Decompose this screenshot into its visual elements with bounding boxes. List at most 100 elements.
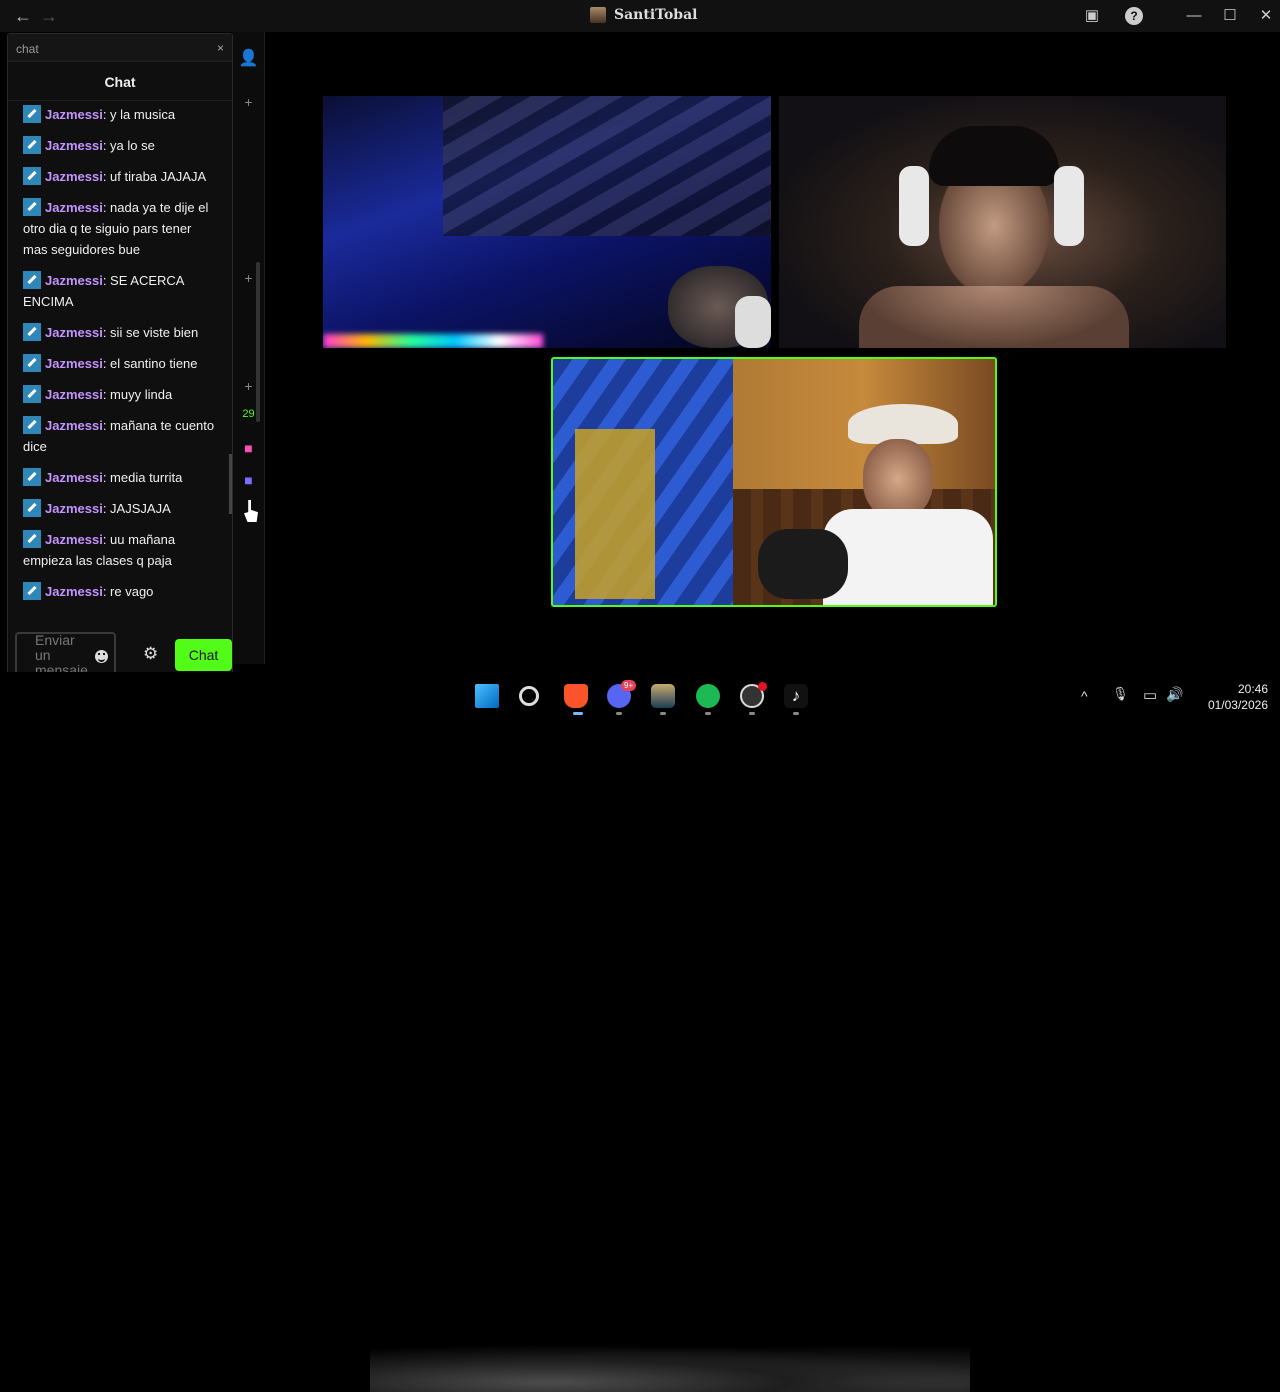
sub-badge-icon <box>23 530 41 548</box>
sub-badge-icon <box>23 323 41 341</box>
video-tile-guest-2[interactable] <box>779 96 1226 348</box>
rail-plus-icon[interactable]: + <box>232 270 265 286</box>
led-lights <box>323 334 543 348</box>
chat-message: Jazmessi: ya lo se <box>8 135 232 156</box>
chat-username[interactable]: Jazmessi <box>45 200 103 215</box>
windows-start-icon[interactable] <box>475 684 499 708</box>
chat-message: Jazmessi: sii se viste bien <box>8 322 232 343</box>
tray-chevron-icon[interactable]: ^ <box>1081 688 1088 704</box>
flag-stripe <box>575 429 655 599</box>
guest-2-hair <box>929 126 1059 186</box>
app-indicator <box>705 712 711 715</box>
rail-plus-icon[interactable]: + <box>232 378 265 394</box>
chat-message: Jazmessi: muyy linda <box>8 384 232 405</box>
chat-username[interactable]: Jazmessi <box>45 532 103 547</box>
volume-icon[interactable]: 🔊 <box>1166 686 1183 703</box>
chat-username[interactable]: Jazmessi <box>45 501 103 516</box>
chat-username[interactable]: Jazmessi <box>45 169 103 184</box>
chat-text: : muyy linda <box>102 387 173 402</box>
discord-notification-badge: 9+ <box>621 680 637 691</box>
car-icon[interactable]: ■ <box>232 440 265 456</box>
sub-badge-icon <box>23 416 41 434</box>
network-icon[interactable]: ▭ <box>1143 686 1157 704</box>
chat-username[interactable]: Jazmessi <box>45 387 103 402</box>
streamer-avatar <box>590 7 606 23</box>
forward-icon[interactable]: → <box>40 6 58 27</box>
microphone-icon <box>758 529 848 599</box>
sub-badge-icon <box>23 271 41 289</box>
popup-close-icon[interactable]: × <box>217 41 224 55</box>
sub-badge-icon <box>23 582 41 600</box>
inbox-icon[interactable]: ▣ <box>1080 4 1104 28</box>
chat-username[interactable]: Jazmessi <box>45 356 103 371</box>
app-indicator <box>749 712 755 715</box>
chat-username[interactable]: Jazmessi <box>45 418 103 433</box>
sub-badge-icon <box>23 468 41 486</box>
ceiling-beams <box>443 96 771 236</box>
send-chat-button[interactable]: Chat <box>175 639 232 671</box>
brave-browser-icon[interactable] <box>564 684 588 708</box>
chat-message: Jazmessi: JAJSJAJA <box>8 498 232 519</box>
wallpaper-fur <box>370 1344 970 1392</box>
sub-badge-icon <box>23 354 41 372</box>
maximize-icon[interactable]: ☐ <box>1218 4 1242 28</box>
taskbar <box>0 672 1280 1392</box>
tiktok-icon[interactable]: ♪ <box>784 684 808 708</box>
chat-username[interactable]: Jazmessi <box>45 138 103 153</box>
title-bar: ← → SantiTobal ▣ ? — ☐ ✕ <box>0 0 1280 32</box>
chat-username[interactable]: Jazmessi <box>45 470 103 485</box>
sub-badge-icon <box>23 499 41 517</box>
minimize-icon[interactable]: — <box>1182 4 1206 28</box>
host-face <box>863 439 933 519</box>
headphones-icon <box>735 296 771 348</box>
host-shirt <box>823 509 993 605</box>
chat-message: Jazmessi: y la musica <box>8 104 232 125</box>
rail-plus-icon[interactable]: + <box>232 94 265 110</box>
active-app-indicator <box>573 712 583 715</box>
chat-text: : JAJSJAJA <box>102 501 171 516</box>
headphones-icon <box>1054 166 1084 246</box>
side-rail: 👤 + + + 29 ■ ■ <box>232 32 265 664</box>
search-icon[interactable] <box>519 686 539 706</box>
microphone-icon[interactable]: 🎙 <box>1112 686 1129 702</box>
chat-messages: Jazmessi: y la musica Jazmessi: ya lo se… <box>8 104 232 624</box>
video-tile-host[interactable] <box>551 357 997 607</box>
rail-scrollbar[interactable] <box>256 262 260 422</box>
chat-scrollbar[interactable] <box>229 454 232 514</box>
chat-text: : y la musica <box>102 107 176 122</box>
chat-text: : uf tiraba JAJAJA <box>102 169 207 184</box>
popup-header-label: chat <box>16 42 39 56</box>
sub-badge-icon <box>23 105 41 123</box>
chat-settings-icon[interactable]: ⚙ <box>143 644 158 664</box>
chat-input-placeholder: Enviar un mensaje <box>35 631 88 678</box>
taskbar-clock[interactable]: 20:46 01/03/2026 <box>1196 681 1268 713</box>
emoji-icon[interactable] <box>95 650 108 663</box>
add-friend-icon[interactable]: 👤 <box>232 48 265 68</box>
bus-icon[interactable]: ■ <box>232 472 265 488</box>
close-icon[interactable]: ✕ <box>1254 4 1278 28</box>
league-of-legends-icon[interactable] <box>651 684 675 708</box>
chat-username[interactable]: Jazmessi <box>45 584 103 599</box>
chat-username[interactable]: Jazmessi <box>45 107 103 122</box>
guest-2-shoulders <box>859 286 1129 348</box>
chat-text: : sii se viste bien <box>102 325 199 340</box>
app-indicator <box>793 712 799 715</box>
chat-message: Jazmessi: media turrita <box>8 467 232 488</box>
chat-message: Jazmessi: uu mañana empieza las clases q… <box>8 529 232 571</box>
video-tile-guest-1[interactable] <box>323 96 771 348</box>
app-indicator <box>616 712 622 715</box>
chat-message: Jazmessi: re vago <box>8 581 232 602</box>
headphones-icon <box>899 166 929 246</box>
sub-badge-icon <box>23 385 41 403</box>
spotify-icon[interactable] <box>696 684 720 708</box>
back-icon[interactable]: ← <box>14 6 32 27</box>
chat-text: : media turrita <box>102 470 183 485</box>
chat-text: : re vago <box>102 584 154 599</box>
window-title-text: SantiTobal <box>614 7 698 23</box>
sub-badge-icon <box>23 198 41 216</box>
chat-username[interactable]: Jazmessi <box>45 273 103 288</box>
help-icon[interactable]: ? <box>1125 7 1143 25</box>
chat-username[interactable]: Jazmessi <box>45 325 103 340</box>
chat-message: Jazmessi: nada ya te dije el otro dia q … <box>8 197 232 260</box>
recording-dot <box>758 682 767 691</box>
